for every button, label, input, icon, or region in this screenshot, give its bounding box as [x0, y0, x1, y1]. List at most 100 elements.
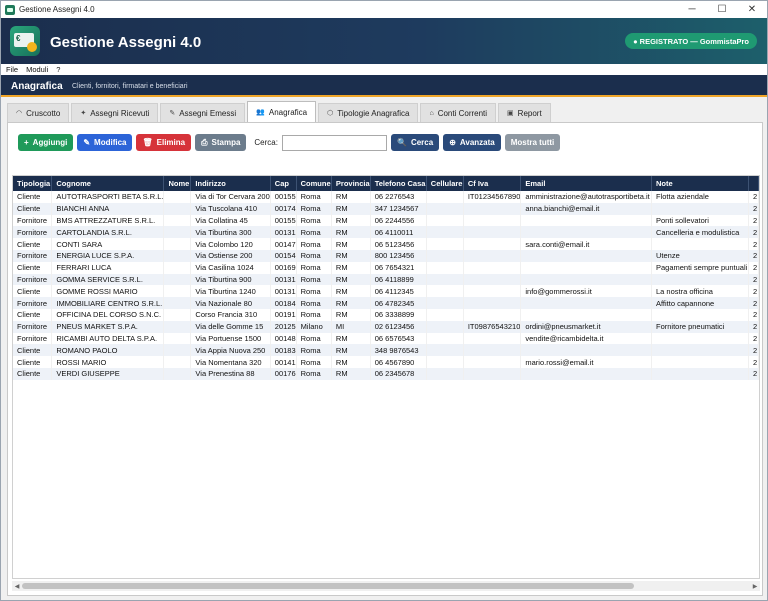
table-cell: 06 3338899: [370, 308, 427, 321]
table-cell: [426, 249, 464, 262]
table-cell: [163, 191, 192, 203]
column-header[interactable]: Tipologia: [13, 176, 53, 191]
show-all-button[interactable]: Mostra tutti: [504, 134, 561, 151]
search-button[interactable]: 🔍 Cerca: [390, 134, 440, 151]
table-cell: [163, 367, 192, 380]
table-row[interactable]: Cliente ROSSI MARIO Via Nomentana 320 00141…: [13, 356, 759, 368]
column-header[interactable]: [748, 176, 759, 191]
column-header[interactable]: Cognome: [51, 176, 165, 191]
table-cell: 2: [748, 273, 759, 286]
table-row[interactable]: Cliente AUTOTRASPORTI BETA S.R.L. Via di T…: [13, 191, 759, 203]
window-title: Gestione Assegni 4.0: [19, 5, 95, 14]
scroll-left-icon[interactable]: ◀: [13, 582, 21, 590]
delete-button[interactable]: 🗑 Elimina: [136, 134, 192, 151]
table-row[interactable]: Cliente VERDI GIUSEPPE Via Prenestina 88 00…: [13, 367, 759, 380]
table-row[interactable]: Cliente GOMME ROSSI MARIO Via Tiburtina 12…: [13, 285, 759, 298]
table-cell: [163, 226, 192, 239]
table-cell: [651, 367, 750, 380]
table-row[interactable]: Cliente OFFICINA DEL CORSO S.N.C. Corso Fr…: [13, 308, 759, 321]
column-header[interactable]: Indirizzo: [190, 176, 271, 191]
table-cell: 2: [748, 214, 759, 227]
tag-icon: ⬡: [327, 110, 334, 117]
table-cell: Via Colombo 120: [190, 238, 271, 250]
table-cell: Cliente: [13, 191, 53, 203]
table-row[interactable]: Fornitore PNEUS MARKET S.P.A. Via delle Go…: [13, 320, 759, 333]
printer-icon: ⎙: [201, 137, 208, 147]
table-cell: Via Ostiense 200: [190, 249, 271, 262]
tab-assegni-emessi[interactable]: ✎ Assegni Emessi: [160, 103, 246, 122]
table-row[interactable]: Cliente ROMANO PAOLO Via Appia Nuova 250 00…: [13, 344, 759, 357]
tab-conti-correnti[interactable]: ⌂ Conti Correnti: [420, 103, 497, 122]
table-row[interactable]: Fornitore ENERGIA LUCE S.P.A. Via Ostiense…: [13, 249, 759, 262]
table-row[interactable]: Fornitore CARTOLANDIA S.R.L. Via Tiburtina…: [13, 226, 759, 239]
table-row[interactable]: Cliente CONTI SARA Via Colombo 120 00147 Rom…: [13, 238, 759, 250]
table-cell: Roma: [296, 297, 332, 309]
table-row[interactable]: Cliente FERRARI LUCA Via Casilina 1024 0016…: [13, 261, 759, 274]
table-row[interactable]: Cliente BIANCHI ANNA Via Tuscolana 410 0017…: [13, 202, 759, 215]
column-header[interactable]: Nome: [163, 176, 192, 191]
edit-button[interactable]: ✎ Modifica: [77, 134, 133, 151]
scroll-right-icon[interactable]: ▶: [751, 582, 759, 590]
table-cell: [520, 367, 652, 380]
column-header[interactable]: Cap: [270, 176, 297, 191]
table-cell: Via Appia Nuova 250: [190, 344, 271, 357]
table-cell: RM: [331, 202, 371, 215]
table-cell: 06 4112345: [370, 285, 427, 298]
registration-badge: ● REGISTRATO — GommistaPro: [625, 33, 757, 49]
table-cell: 00147: [270, 238, 297, 250]
table-row[interactable]: Fornitore IMMOBILIARE CENTRO S.R.L. Via Na…: [13, 297, 759, 309]
table-cell: [463, 356, 522, 368]
table-cell: [651, 356, 750, 368]
table-cell: sara.conti@email.it: [520, 238, 652, 250]
column-header[interactable]: Telefono Casa: [370, 176, 427, 191]
scrollbar-thumb[interactable]: [22, 583, 634, 589]
column-header[interactable]: Note: [651, 176, 750, 191]
table-row[interactable]: Fornitore BMS ATTREZZATURE S.R.L. Via Coll…: [13, 214, 759, 227]
column-header[interactable]: Comune: [296, 176, 332, 191]
table-cell: 2: [748, 320, 759, 333]
close-icon[interactable]: ✕: [737, 1, 767, 18]
search-input[interactable]: [281, 134, 387, 151]
table-cell: 00155: [270, 191, 297, 203]
table-cell: 06 6576543: [370, 332, 427, 345]
menu-bar: File Moduli ?: [1, 64, 767, 75]
tab-label: Tipologie Anagrafica: [337, 108, 410, 118]
table-cell: Roma: [296, 226, 332, 239]
horizontal-scrollbar[interactable]: ◀ ▶: [12, 581, 760, 591]
table-cell: Roma: [296, 273, 332, 286]
table-row[interactable]: Fornitore GOMMA SERVICE S.R.L. Via Tiburti…: [13, 273, 759, 286]
table-cell: [163, 261, 192, 274]
table-cell: RM: [331, 297, 371, 309]
table-cell: RM: [331, 367, 371, 380]
tab-assegni-ricevuti[interactable]: ✦ Assegni Ricevuti: [71, 103, 159, 122]
table-row[interactable]: Fornitore RICAMBI AUTO DELTA S.P.A. Via Po…: [13, 332, 759, 345]
minimize-icon[interactable]: ─: [677, 1, 707, 18]
tab-cruscotto[interactable]: ◠ Cruscotto: [7, 103, 70, 122]
advanced-icon: ⊕: [449, 138, 456, 147]
table-cell: Via Tiburtina 900: [190, 273, 271, 286]
table-cell: RM: [331, 249, 371, 262]
tab-bar: ◠ Cruscotto ✦ Assegni Ricevuti ✎ Assegni Emes…: [7, 101, 553, 122]
table-cell: Via Collatina 45: [190, 214, 271, 227]
search-icon: 🔍: [396, 138, 407, 147]
column-header[interactable]: Cf Iva: [463, 176, 522, 191]
cheque-card-icon: [10, 26, 40, 56]
menu-file[interactable]: File: [6, 65, 18, 74]
print-button[interactable]: ⎙ Stampa: [195, 134, 247, 151]
table-cell: Cancelleria e modulistica: [651, 226, 750, 239]
table-cell: Via Tuscolana 410: [190, 202, 271, 215]
tab-tipologie-anagrafica[interactable]: ⬡ Tipologie Anagrafica: [318, 103, 419, 122]
table-cell: [426, 320, 464, 333]
add-button[interactable]: + Aggiungi: [18, 134, 74, 151]
column-header[interactable]: Cellulare: [426, 176, 464, 191]
tab-report[interactable]: ▣ Report: [498, 103, 551, 122]
table-cell: [651, 202, 750, 215]
column-header[interactable]: Email: [520, 176, 652, 191]
column-header[interactable]: Provincia: [331, 176, 371, 191]
menu-help[interactable]: ?: [56, 65, 60, 74]
maximize-icon[interactable]: ☐: [707, 1, 737, 18]
advanced-search-button[interactable]: ⊕ Avanzata: [443, 134, 501, 151]
menu-moduli[interactable]: Moduli: [26, 65, 48, 74]
table-cell: FERRARI LUCA: [51, 261, 165, 274]
tab-anagrafica[interactable]: 👥 Anagrafica: [247, 101, 317, 122]
